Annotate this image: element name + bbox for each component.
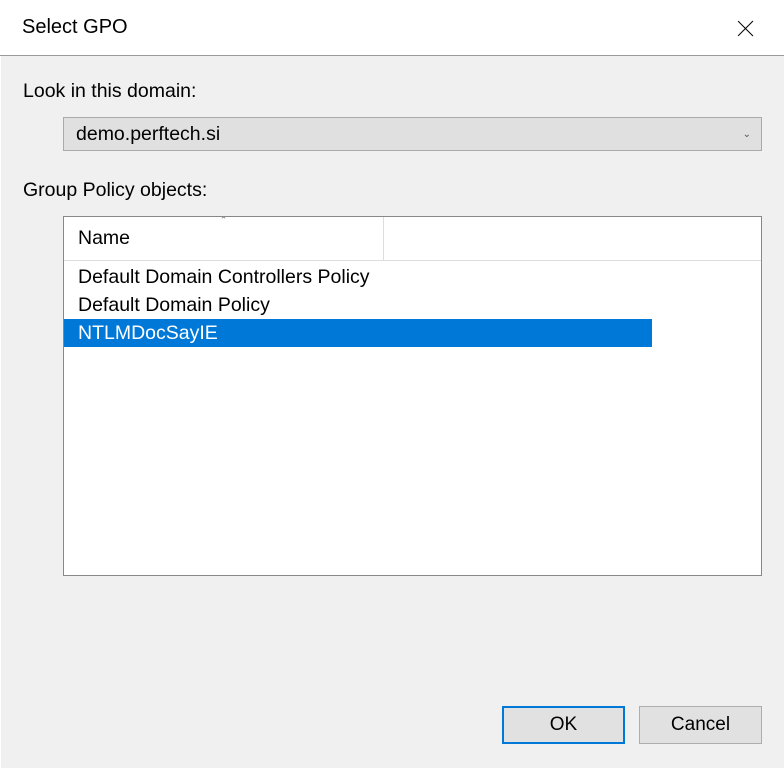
list-header: ⌃ Name [64,217,761,261]
cancel-button[interactable]: Cancel [639,706,762,744]
column-header-label: Name [78,227,130,249]
window-title: Select GPO [22,16,128,39]
domain-dropdown-value: demo.perftech.si [76,123,220,146]
list-item[interactable]: Default Domain Policy [64,291,652,319]
chevron-down-icon: ⌄ [743,129,751,140]
ok-button[interactable]: OK [502,706,625,744]
list-item[interactable]: Default Domain Controllers Policy [64,263,652,291]
button-row: OK Cancel [502,706,762,744]
column-header-spacer [384,217,761,261]
domain-dropdown[interactable]: demo.perftech.si ⌄ [63,117,762,151]
list-item[interactable]: NTLMDocSayIE [64,319,652,347]
dialog-content: Look in this domain: demo.perftech.si ⌄ … [0,56,784,768]
titlebar: Select GPO [0,0,784,56]
look-in-label: Look in this domain: [23,80,762,103]
column-header-name[interactable]: ⌃ Name [64,217,384,261]
close-icon [737,19,755,37]
gpo-listbox[interactable]: ⌃ Name Default Domain Controllers Policy… [63,216,762,576]
close-button[interactable] [726,8,766,48]
list-body: Default Domain Controllers PolicyDefault… [64,261,761,347]
gpo-objects-label: Group Policy objects: [23,179,762,202]
sort-ascending-icon: ⌃ [220,216,228,226]
